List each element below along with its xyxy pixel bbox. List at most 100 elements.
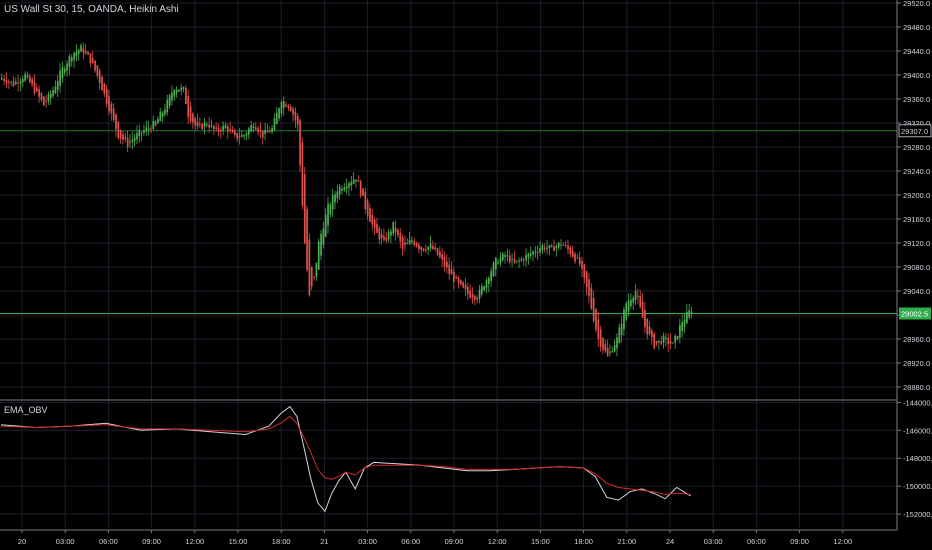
candle-body [103, 83, 106, 94]
candle-body [415, 242, 418, 247]
candle-body [143, 130, 145, 133]
candle-body [453, 271, 455, 282]
candle-body [199, 123, 201, 125]
candle-body [271, 128, 273, 132]
candle-body [112, 108, 115, 120]
price-tick-label: 29200.0 [903, 191, 930, 200]
candle-body [182, 87, 185, 90]
candle-body [574, 253, 576, 262]
candle-body [280, 102, 283, 114]
candle-body [366, 200, 369, 216]
candle-body [548, 245, 551, 249]
candle-body [383, 236, 385, 240]
candle-body [49, 93, 52, 98]
candle-body [10, 81, 13, 83]
candle-body [259, 130, 262, 132]
candle-body [24, 73, 26, 81]
candle-body [641, 301, 644, 318]
candle-body [164, 109, 166, 115]
price-tick-label: 29360.0 [903, 95, 930, 104]
candle-body [173, 89, 176, 97]
candle-body [439, 251, 441, 258]
candle-body [189, 106, 192, 122]
candle-body [17, 82, 20, 84]
candle-body [397, 229, 399, 236]
time-tick-label: 18:00 [272, 537, 291, 546]
candle-body [408, 240, 411, 244]
candle-body [679, 325, 681, 338]
candle-body [229, 129, 232, 131]
candle-body [390, 231, 392, 236]
candle-body [630, 299, 632, 306]
candle-body [602, 338, 604, 350]
candle-body [352, 179, 355, 184]
candle-body [7, 81, 10, 83]
candle-body [690, 311, 693, 314]
time-tick-label: 06:00 [401, 537, 420, 546]
candle-body [87, 51, 89, 55]
candle-body [324, 214, 327, 237]
time-tick-label: 09:00 [790, 537, 809, 546]
candle-body [494, 257, 497, 270]
chart-container[interactable]: 29520.0 29480.0 29440.0 29400.0 29360.0 29320… [0, 0, 932, 550]
ema-line [0, 415, 691, 496]
candle-body [152, 120, 155, 129]
candle-body [301, 142, 304, 206]
candle-body [31, 79, 33, 85]
candle-body [627, 300, 630, 312]
candle-body [490, 271, 492, 282]
candle-body [185, 88, 187, 104]
candle-body [310, 267, 313, 287]
candle-body [47, 94, 50, 102]
candle-body [220, 129, 222, 132]
candle-body [52, 90, 54, 96]
chart-canvas[interactable]: 29520.029480.029440.029400.029360.029320… [0, 0, 932, 550]
candle-body [634, 291, 637, 301]
candle-body [98, 70, 101, 83]
candle-body [140, 132, 143, 134]
candle-body [562, 244, 565, 246]
indicator-tick-label: -148000.0 [903, 454, 932, 463]
candle-body [457, 277, 460, 283]
candle-body [343, 187, 346, 190]
candle-body [63, 68, 66, 73]
candle-body [688, 310, 691, 318]
time-tick-label: 03:00 [358, 537, 377, 546]
candle-body [553, 246, 555, 251]
candle-body [245, 133, 248, 136]
candle-body [26, 75, 29, 78]
candle-body [157, 119, 159, 124]
candle-body [59, 70, 61, 86]
candle-body [338, 186, 341, 195]
candle-body [206, 124, 208, 126]
candle-body [359, 181, 362, 196]
candle-body [646, 318, 649, 335]
candle-body [252, 126, 255, 129]
time-tick-label: 21 [320, 537, 328, 546]
candle-body [231, 129, 234, 133]
candle-body [161, 112, 164, 117]
candle-body [406, 243, 409, 245]
indicator-tick-label: -152000.0 [903, 510, 932, 519]
candle-body [604, 343, 607, 352]
indicator-tick-label: -144000.0 [903, 398, 932, 407]
candle-body [296, 116, 299, 125]
candle-body [658, 340, 660, 343]
candle-body [254, 127, 257, 130]
candle-body [355, 179, 357, 182]
candle-body [341, 188, 343, 191]
candle-body [129, 141, 131, 143]
candle-body [166, 99, 169, 113]
candle-body [124, 137, 127, 139]
candle-body [462, 282, 465, 288]
candle-body [569, 247, 572, 254]
candle-body [115, 114, 117, 130]
candle-body [480, 286, 483, 295]
candle-body [560, 244, 562, 246]
candle-body [117, 121, 120, 139]
candle-body [350, 181, 353, 186]
candle-body [303, 174, 306, 244]
candle-body [313, 276, 315, 278]
candle-body [378, 228, 381, 240]
candle-body [56, 81, 59, 90]
